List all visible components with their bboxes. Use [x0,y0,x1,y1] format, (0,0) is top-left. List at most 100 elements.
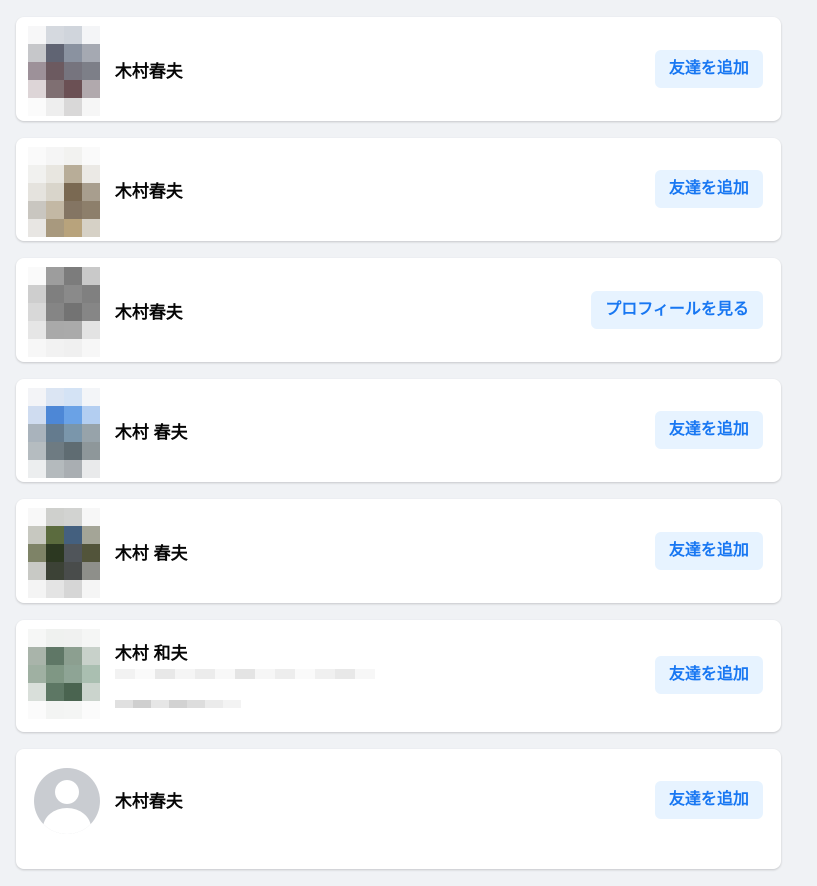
add-friend-button[interactable]: 友達を追加 [654,170,763,208]
avatar-pixel [28,460,46,478]
blur-block [223,700,241,708]
avatar-pixel [82,526,100,544]
avatar-pixel [46,442,64,460]
blur-block [215,669,235,679]
avatar-pixel [46,303,64,321]
add-friend-button[interactable]: 友達を追加 [654,656,763,694]
blur-block [255,669,275,679]
avatar-pixel [64,303,82,321]
avatar-pixel [64,526,82,544]
result-name[interactable]: 木村春夫 [115,787,183,812]
blur-block [151,700,169,708]
blur-block [205,700,223,708]
blur-block [155,669,175,679]
blurred-detail-line [115,669,375,679]
avatar-pixel [46,460,64,478]
avatar-pixel [64,647,82,665]
avatar-pixel [28,388,46,406]
avatar-pixel [82,460,100,478]
avatar-pixel [82,80,100,98]
avatar-pixelated[interactable] [28,629,100,719]
avatar-pixel [46,98,64,116]
result-name[interactable]: 木村 春夫 [115,539,188,564]
avatar-pixel [28,44,46,62]
result-card[interactable]: 木村春夫 友達を追加 [16,17,781,121]
avatar-pixel [64,219,82,237]
avatar-pixel [46,388,64,406]
avatar-pixel [64,683,82,701]
add-friend-button[interactable]: 友達を追加 [654,532,763,570]
blurred-detail-line [115,700,241,708]
avatar-pixelated[interactable] [28,267,100,357]
avatar-pixel [82,580,100,598]
avatar-pixel [46,339,64,357]
result-card[interactable]: 木村春夫 友達を追加 [16,138,781,241]
avatar-pixel [82,701,100,719]
avatar-pixel [28,303,46,321]
avatar-pixel [64,339,82,357]
avatar-pixel [46,62,64,80]
add-friend-button[interactable]: 友達を追加 [654,781,763,819]
avatar-pixel [64,562,82,580]
result-card[interactable]: 木村 春夫 友達を追加 [16,379,781,482]
result-name[interactable]: 木村春夫 [115,298,183,323]
avatar-pixel [82,544,100,562]
avatar-pixel [82,201,100,219]
result-name[interactable]: 木村春夫 [115,177,183,202]
avatar-pixelated[interactable] [28,508,100,598]
avatar-pixel [28,580,46,598]
avatar-pixel [46,267,64,285]
avatar-pixel [46,526,64,544]
result-name[interactable]: 木村春夫 [115,57,183,82]
add-friend-button[interactable]: 友達を追加 [654,50,763,88]
blur-block [169,700,187,708]
avatar-pixel [82,267,100,285]
blur-block [135,669,155,679]
avatar-pixelated[interactable] [28,147,100,237]
avatar-pixel [82,321,100,339]
avatar-pixel [82,442,100,460]
result-card[interactable]: 木村春夫 友達を追加 [16,749,781,869]
blur-block [235,669,255,679]
avatar-pixelated[interactable] [28,388,100,478]
avatar-pixel [46,183,64,201]
avatar-pixel [46,508,64,526]
view-profile-button[interactable]: プロフィールを見る [591,291,763,329]
avatar-pixel [46,580,64,598]
avatar-pixel [64,285,82,303]
avatar-pixel [28,147,46,165]
result-name[interactable]: 木村 和夫 [115,639,188,664]
avatar-pixel [64,321,82,339]
result-card[interactable]: 木村 春夫 友達を追加 [16,499,781,603]
avatar-pixel [82,406,100,424]
avatar-pixel [64,406,82,424]
add-friend-button[interactable]: 友達を追加 [654,411,763,449]
avatar-body-shape [43,808,91,834]
avatar-pixel [64,80,82,98]
avatar-pixel [64,98,82,116]
result-card[interactable]: 木村 和夫友達を追加 [16,620,781,732]
avatar-pixel [64,388,82,406]
result-card[interactable]: 木村春夫 プロフィールを見る [16,258,781,362]
avatar-pixel [82,339,100,357]
avatar-pixelated[interactable] [28,26,100,116]
avatar-pixel [82,147,100,165]
avatar-pixel [64,665,82,683]
search-results-list: 木村春夫 友達を追加 木村春夫 友達を追加 木村春夫 プロフィールを見る 木村 春夫 友達を追… [16,17,781,886]
avatar-pixel [28,80,46,98]
avatar-pixel [64,508,82,526]
avatar-pixel [64,26,82,44]
blur-block [275,669,295,679]
avatar-pixel [64,183,82,201]
avatar-pixel [82,98,100,116]
avatar-pixel [82,26,100,44]
avatar-pixel [28,406,46,424]
avatar-pixel [46,424,64,442]
avatar-pixel [28,183,46,201]
avatar-pixel [28,701,46,719]
result-name[interactable]: 木村 春夫 [115,418,188,443]
avatar-pixel [82,629,100,647]
default-avatar[interactable] [34,768,100,834]
avatar-pixel [46,683,64,701]
avatar-pixel [46,701,64,719]
